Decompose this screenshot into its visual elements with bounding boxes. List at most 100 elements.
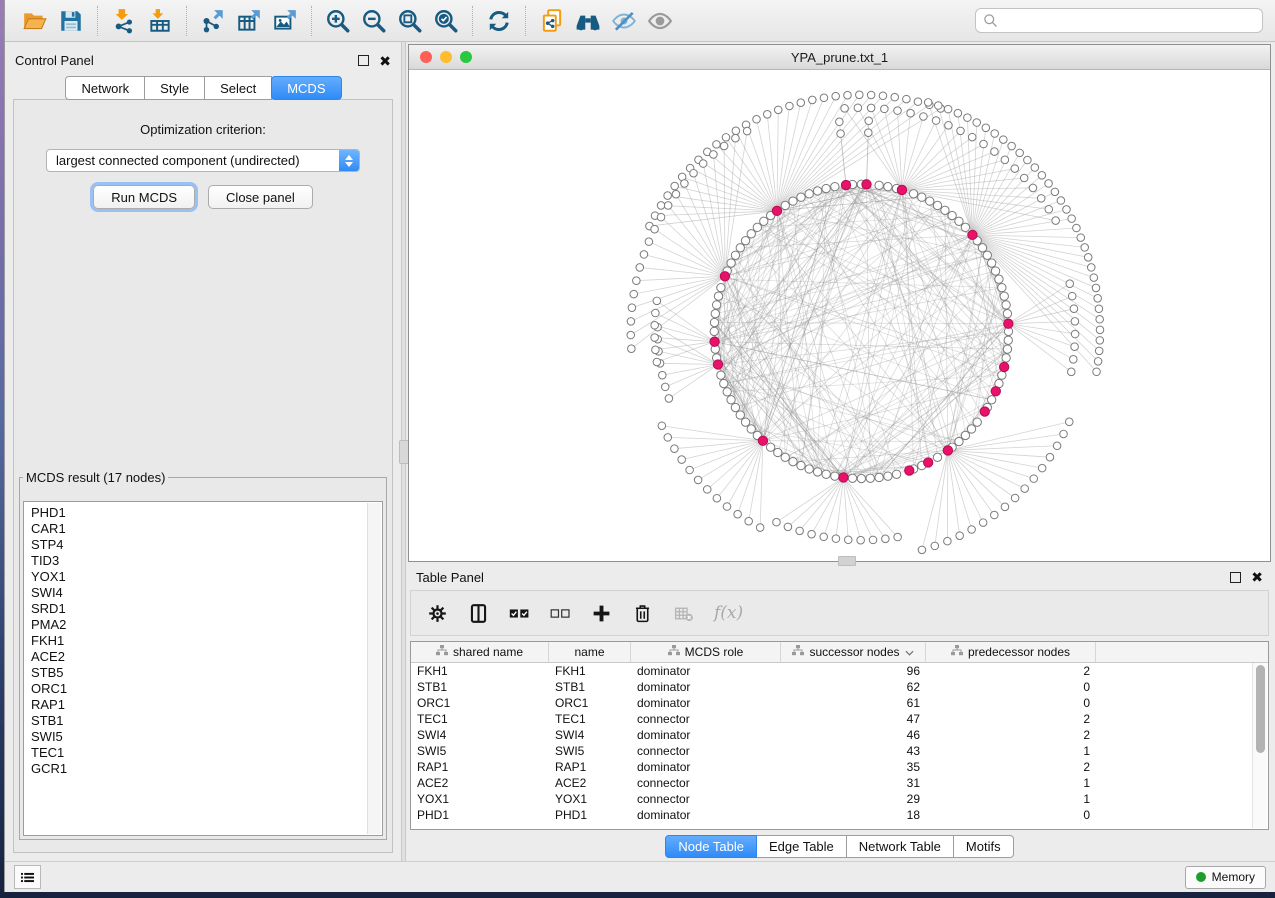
table-cell: dominator [631, 664, 781, 678]
create-column-icon[interactable] [591, 603, 612, 624]
close-window-icon[interactable] [420, 51, 432, 63]
maximize-window-icon[interactable] [460, 51, 472, 63]
table-row[interactable]: ACE2ACE2connector311 [411, 775, 1268, 791]
mcds-result-item[interactable]: ORC1 [31, 681, 382, 697]
open-file-icon[interactable] [17, 5, 53, 37]
mcds-result-item[interactable]: PMA2 [31, 617, 382, 633]
close-panel-button[interactable]: Close panel [208, 185, 313, 209]
column-header-successor-nodes[interactable]: successor nodes [781, 642, 926, 662]
network-window-title: YPA_prune.txt_1 [409, 50, 1270, 65]
select-all-icon[interactable] [509, 603, 530, 624]
deselect-all-icon[interactable] [550, 603, 571, 624]
zoom-fit-icon[interactable] [392, 5, 428, 37]
mcds-list-scrollbar[interactable] [367, 503, 381, 834]
mcds-result-item[interactable]: FKH1 [31, 633, 382, 649]
right-area: YPA_prune.txt_1 Table Panel [406, 42, 1275, 861]
tab-motifs[interactable]: Motifs [954, 835, 1014, 858]
table-cell: 1 [926, 792, 1096, 806]
close-panel-icon[interactable]: ✖ [379, 56, 391, 66]
column-header-MCDS-role[interactable]: MCDS role [631, 642, 781, 662]
import-network-icon[interactable] [106, 5, 142, 37]
mcds-result-group: MCDS result (17 nodes) PHD1CAR1STP4TID3Y… [19, 470, 387, 840]
table-row[interactable]: STB1STB1dominator620 [411, 679, 1268, 695]
apply-preferred-layout-icon[interactable] [481, 5, 517, 37]
delete-column-icon[interactable] [632, 603, 653, 624]
memory-button[interactable]: Memory [1185, 866, 1266, 889]
column-header-predecessor-nodes[interactable]: predecessor nodes [926, 642, 1096, 662]
export-network-icon[interactable] [195, 5, 231, 37]
tab-network-table[interactable]: Network Table [847, 835, 954, 858]
table-settings-icon[interactable] [427, 603, 448, 624]
export-table-icon[interactable] [231, 5, 267, 37]
search-input[interactable] [975, 8, 1263, 33]
control-panel-header: Control Panel ✖ [5, 42, 401, 73]
mcds-result-item[interactable]: YOX1 [31, 569, 382, 585]
tab-node-table[interactable]: Node Table [665, 835, 757, 858]
mcds-result-item[interactable]: CAR1 [31, 521, 382, 537]
task-history-button[interactable] [14, 865, 41, 889]
zoom-selected-icon[interactable] [428, 5, 464, 37]
zoom-in-icon[interactable] [320, 5, 356, 37]
column-label: MCDS role [685, 645, 744, 659]
table-cell: 61 [781, 696, 926, 710]
new-network-from-selection-icon[interactable] [534, 5, 570, 37]
table-cell: connector [631, 776, 781, 790]
table-row[interactable]: RAP1RAP1dominator352 [411, 759, 1268, 775]
tab-mcds[interactable]: MCDS [271, 76, 341, 100]
float-table-panel-icon[interactable] [1230, 572, 1241, 583]
tab-network[interactable]: Network [65, 76, 145, 100]
select-stepper-icon [339, 150, 359, 171]
hide-selection-icon[interactable] [606, 5, 642, 37]
run-mcds-button[interactable]: Run MCDS [93, 185, 195, 209]
import-table-icon[interactable] [142, 5, 178, 37]
first-neighbors-icon[interactable] [570, 5, 606, 37]
table-row[interactable]: YOX1YOX1connector291 [411, 791, 1268, 807]
mcds-result-item[interactable]: STP4 [31, 537, 382, 553]
export-image-icon[interactable] [267, 5, 303, 37]
table-row[interactable]: SWI4SWI4dominator462 [411, 727, 1268, 743]
mcds-result-item[interactable]: TID3 [31, 553, 382, 569]
horizontal-splitter-grip[interactable] [838, 556, 856, 566]
mcds-result-item[interactable]: SWI5 [31, 729, 382, 745]
table-row[interactable]: FKH1FKH1dominator962 [411, 663, 1268, 679]
table-row[interactable]: PHD1PHD1dominator180 [411, 807, 1268, 823]
save-session-icon[interactable] [53, 5, 89, 37]
table-row[interactable]: TEC1TEC1connector472 [411, 711, 1268, 727]
show-all-icon[interactable] [642, 5, 678, 37]
column-view-icon[interactable] [468, 603, 489, 624]
zoom-out-icon[interactable] [356, 5, 392, 37]
mcds-result-list[interactable]: PHD1CAR1STP4TID3YOX1SWI4SRD1PMA2FKH1ACE2… [23, 501, 383, 836]
mcds-result-item[interactable]: PHD1 [31, 505, 382, 521]
table-row[interactable]: ORC1ORC1dominator610 [411, 695, 1268, 711]
mcds-result-item[interactable]: RAP1 [31, 697, 382, 713]
table-cell: RAP1 [549, 760, 631, 774]
tab-style[interactable]: Style [145, 76, 205, 100]
mcds-result-item[interactable]: SWI4 [31, 585, 382, 601]
table-scrollbar-thumb[interactable] [1256, 665, 1265, 753]
control-panel: Control Panel ✖ NetworkStyleSelectMCDS O… [5, 42, 401, 861]
float-panel-icon[interactable] [358, 55, 369, 66]
table-cell: RAP1 [411, 760, 549, 774]
close-table-panel-icon[interactable]: ✖ [1251, 572, 1263, 582]
chevron-down-icon[interactable] [905, 645, 914, 659]
table-cell: 0 [926, 696, 1096, 710]
table-scrollbar[interactable] [1252, 663, 1267, 828]
table-body: FKH1FKH1dominator962STB1STB1dominator620… [411, 663, 1268, 823]
mcds-result-item[interactable]: TEC1 [31, 745, 382, 761]
mcds-result-item[interactable]: STB1 [31, 713, 382, 729]
table-cell: 43 [781, 744, 926, 758]
table-cell: connector [631, 712, 781, 726]
mcds-result-item[interactable]: SRD1 [31, 601, 382, 617]
criterion-select[interactable]: largest connected component (undirected) [46, 149, 360, 172]
network-canvas[interactable] [409, 70, 1270, 561]
mcds-result-item[interactable]: GCR1 [31, 761, 382, 777]
minimize-window-icon[interactable] [440, 51, 452, 63]
table-row[interactable]: SWI5SWI5connector431 [411, 743, 1268, 759]
tab-select[interactable]: Select [205, 76, 272, 100]
column-header-shared-name[interactable]: shared name [411, 642, 549, 662]
column-header-name[interactable]: name [549, 642, 631, 662]
table-cell: FKH1 [549, 664, 631, 678]
mcds-result-item[interactable]: STB5 [31, 665, 382, 681]
mcds-result-item[interactable]: ACE2 [31, 649, 382, 665]
tab-edge-table[interactable]: Edge Table [757, 835, 847, 858]
